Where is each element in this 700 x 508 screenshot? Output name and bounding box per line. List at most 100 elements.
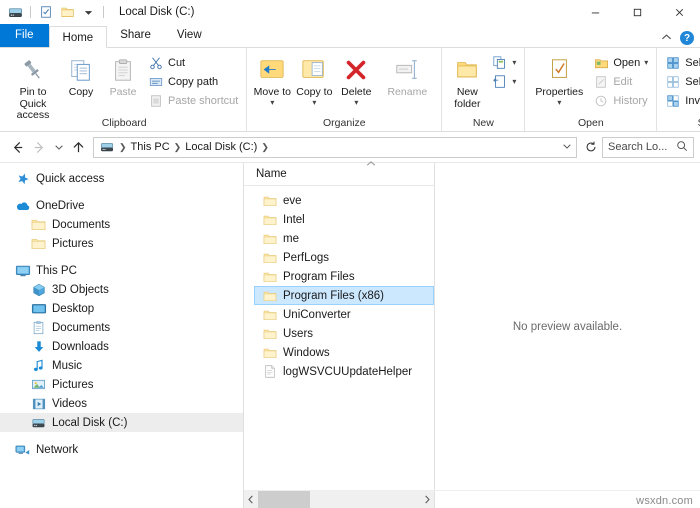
properties-button[interactable]: Properties ▾ <box>530 51 588 107</box>
maximize-button[interactable] <box>616 0 658 24</box>
edit-button[interactable]: Edit <box>590 73 651 91</box>
copy-to-icon <box>300 55 328 85</box>
horizontal-scrollbar[interactable] <box>244 491 435 508</box>
sidebar-item-documents[interactable]: Documents <box>0 318 243 337</box>
open-chevron-down-icon[interactable]: ▾ <box>644 59 648 67</box>
copy-to-chevron-down-icon[interactable]: ▾ <box>312 98 316 107</box>
copy-to-button[interactable]: Copy to ▾ <box>294 51 334 107</box>
sidebar-item-this-pc[interactable]: This PC <box>0 261 243 280</box>
easy-access-icon <box>492 74 508 90</box>
table-row[interactable]: logWSVCUUpdateHelper <box>244 362 434 381</box>
sidebar-item-desktop[interactable]: Desktop <box>0 299 243 318</box>
table-row[interactable]: eve <box>244 191 434 210</box>
up-arrow-icon[interactable] <box>67 136 89 158</box>
breadcrumb-this-pc[interactable]: This PC <box>131 141 170 153</box>
easy-access-button[interactable]: ▾ <box>489 73 519 91</box>
select-none-button[interactable]: Select none <box>662 73 700 91</box>
customize-qat-chevron-down-icon[interactable] <box>80 4 96 20</box>
address-input[interactable]: ❯ This PC ❯ Local Disk (C:) ❯ <box>93 136 577 158</box>
paste-shortcut-button[interactable]: Paste shortcut <box>145 92 241 110</box>
table-row[interactable]: me <box>244 229 434 248</box>
refresh-icon[interactable] <box>580 136 602 158</box>
easy-access-chevron-down-icon[interactable]: ▾ <box>512 78 516 86</box>
sidebar-item-downloads[interactable]: Downloads <box>0 337 243 356</box>
minimize-button[interactable] <box>574 0 616 24</box>
close-button[interactable] <box>658 0 700 24</box>
history-button[interactable]: History <box>590 92 651 110</box>
sidebar-label-network: Network <box>36 443 79 456</box>
sidebar-item-3d-objects[interactable]: 3D Objects <box>0 280 243 299</box>
address-dropdown-chevron-down-icon[interactable] <box>562 141 572 154</box>
table-row[interactable]: PerfLogs <box>244 248 434 267</box>
sidebar-item-music[interactable]: Music <box>0 356 243 375</box>
column-header-name[interactable]: Name <box>244 161 434 186</box>
table-row[interactable]: Program Files (x86) <box>254 286 434 305</box>
move-to-button[interactable]: Move to ▾ <box>252 51 292 107</box>
file-explorer-window: Local Disk (C:) File Home Share View ? P… <box>0 0 700 508</box>
scroll-right-chevron-right-icon[interactable] <box>420 491 434 508</box>
sidebar-item-quick-access[interactable]: Quick access <box>0 169 243 188</box>
back-arrow-icon[interactable] <box>6 136 28 158</box>
new-item-button[interactable]: ▾ <box>489 54 519 72</box>
cut-label: Cut <box>168 57 186 69</box>
search-icon[interactable] <box>676 140 688 155</box>
drive-icon[interactable] <box>7 4 23 20</box>
recent-locations-chevron-down-icon[interactable] <box>50 136 67 158</box>
new-item-chevron-down-icon[interactable]: ▾ <box>512 59 516 67</box>
help-icon[interactable]: ? <box>680 31 694 45</box>
folder-icon <box>262 232 277 246</box>
paste-icon <box>110 55 136 85</box>
table-row[interactable]: Intel <box>244 210 434 229</box>
scrollbar-thumb[interactable] <box>258 491 310 508</box>
qat-divider-2 <box>103 6 104 18</box>
rename-button[interactable]: Rename <box>378 51 436 99</box>
move-to-chevron-down-icon[interactable]: ▾ <box>270 98 274 107</box>
delete-button[interactable]: Delete ▾ <box>336 51 376 107</box>
invert-selection-icon <box>665 93 681 109</box>
search-input[interactable]: Search Lo... <box>602 136 694 158</box>
scrollbar-track[interactable] <box>258 491 420 508</box>
breadcrumb-separator-1[interactable]: ❯ <box>174 142 182 153</box>
sidebar-item-pictures[interactable]: Pictures <box>0 375 243 394</box>
delete-chevron-down-icon[interactable]: ▾ <box>354 98 358 107</box>
open-button[interactable]: Open ▾ <box>590 54 651 72</box>
scroll-left-chevron-left-icon[interactable] <box>244 491 258 508</box>
file-name: Windows <box>283 346 330 359</box>
table-row[interactable]: UniConverter <box>244 305 434 324</box>
properties-chevron-down-icon[interactable]: ▾ <box>557 98 561 107</box>
nav-gap-2 <box>0 253 243 261</box>
breadcrumb-local-disk-c[interactable]: Local Disk (C:) <box>185 141 257 153</box>
collapse-ribbon-chevron-up-icon[interactable] <box>661 33 672 44</box>
tab-share[interactable]: Share <box>107 24 164 47</box>
select-all-label: Select all <box>685 57 700 69</box>
sidebar-item-onedrive-pictures[interactable]: Pictures <box>0 234 243 253</box>
cut-button[interactable]: Cut <box>145 54 241 72</box>
sidebar-item-onedrive-documents[interactable]: Documents <box>0 215 243 234</box>
breadcrumb-separator-2[interactable]: ❯ <box>261 142 269 153</box>
select-all-button[interactable]: Select all <box>662 54 700 72</box>
pin-to-quick-access-button[interactable]: Pin to Quick access <box>7 51 59 122</box>
table-row[interactable]: Windows <box>244 343 434 362</box>
forward-arrow-icon[interactable] <box>28 136 50 158</box>
new-folder-icon[interactable] <box>59 4 75 20</box>
table-row[interactable]: Users <box>244 324 434 343</box>
sidebar-label-music: Music <box>52 359 83 372</box>
paste-button[interactable]: Paste <box>103 51 143 99</box>
new-item-icon <box>492 55 508 71</box>
copy-button[interactable]: Copy <box>61 51 101 99</box>
table-row[interactable]: Program Files <box>244 267 434 286</box>
invert-selection-button[interactable]: Invert selection <box>662 92 700 110</box>
tab-home[interactable]: Home <box>48 26 108 48</box>
breadcrumb-separator-0[interactable]: ❯ <box>119 142 127 153</box>
sidebar-item-videos[interactable]: Videos <box>0 394 243 413</box>
column-header-name-label: Name <box>256 168 287 180</box>
tab-file[interactable]: File <box>0 24 49 47</box>
sidebar-item-local-disk-c[interactable]: Local Disk (C:) <box>0 413 243 432</box>
tab-view[interactable]: View <box>164 24 215 47</box>
copy-path-button[interactable]: Copy path <box>145 73 241 91</box>
properties-icon[interactable] <box>38 4 54 20</box>
new-folder-button[interactable]: New folder <box>447 51 487 110</box>
select-none-icon <box>665 74 681 90</box>
sidebar-item-onedrive[interactable]: OneDrive <box>0 196 243 215</box>
sidebar-item-network[interactable]: Network <box>0 440 243 459</box>
